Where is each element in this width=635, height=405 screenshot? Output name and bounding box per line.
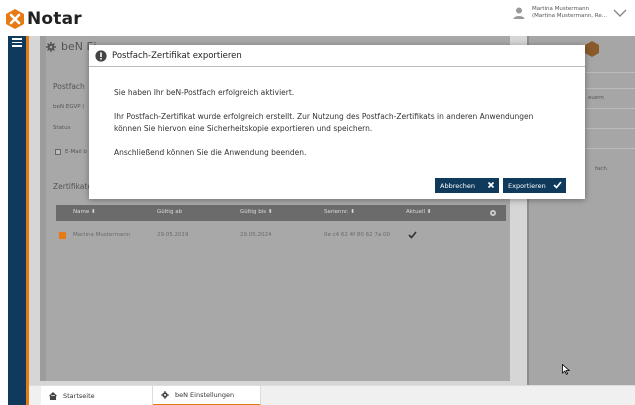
col-name[interactable]: Name ⬍ xyxy=(73,209,96,215)
col-serial[interactable]: Seriennr. ⬍ xyxy=(324,209,355,215)
export-label: Exportieren xyxy=(508,181,546,190)
user-icon xyxy=(513,7,525,19)
cell-valid-to: 29.05.2024 xyxy=(240,232,272,238)
export-dialog: Postfach-Zertifikat exportieren Sie habe… xyxy=(89,45,585,199)
column-settings-icon[interactable] xyxy=(489,209,497,217)
email-checkbox[interactable] xyxy=(55,149,61,155)
home-icon xyxy=(49,392,57,400)
status-label: Status xyxy=(53,125,71,131)
dialog-text-1: Sie haben Ihr beN-Postfach erfolgreich a… xyxy=(114,88,295,97)
check-icon xyxy=(553,181,562,189)
top-bar: Notar Martina Mustermann (Martina Muster… xyxy=(0,0,635,36)
row-checkbox[interactable] xyxy=(59,232,66,239)
dialog-text-3: Anschließend können Sie die Anwendung be… xyxy=(114,148,307,157)
export-button[interactable]: Exportieren xyxy=(503,178,566,193)
chevron-down-icon[interactable] xyxy=(613,8,627,18)
table-header: Name ⬍ Gültig ab Gültig bis ⬍ Seriennr. … xyxy=(56,205,506,221)
logo-mark-icon xyxy=(6,9,24,29)
alert-icon xyxy=(95,49,107,62)
logo-text: Notar xyxy=(27,9,82,29)
dialog-text-2: Ihr Postfach-Zertifikat wurde erfolgreic… xyxy=(114,112,534,133)
section-zertifikate: Zertifikate xyxy=(53,182,92,191)
cell-serial: 0e c4 62 4f 80 62 7a 00 xyxy=(324,232,390,238)
col-valid-from[interactable]: Gültig ab xyxy=(157,209,182,215)
cell-valid-from: 29.05.2019 xyxy=(157,232,189,238)
col-valid-to[interactable]: Gültig bis ⬍ xyxy=(240,209,272,215)
dialog-header: Postfach-Zertifikat exportieren xyxy=(89,45,585,67)
user-name-line2: (Martina Mustermann, Re... xyxy=(531,13,607,19)
tab-startseite[interactable]: Startseite xyxy=(41,386,153,405)
menu-icon[interactable] xyxy=(12,36,22,47)
mouse-cursor-icon xyxy=(562,364,570,375)
tab-label: beN Einstellungen xyxy=(175,391,235,399)
col-current[interactable]: Aktuell ⬍ xyxy=(406,209,431,215)
dialog-title: Postfach-Zertifikat exportieren xyxy=(112,50,242,61)
app-logo[interactable]: Notar xyxy=(4,8,82,30)
section-postfach: Postfach xyxy=(53,82,85,91)
cell-name: Martina Mustermann xyxy=(73,232,131,238)
table-row[interactable]: Martina Mustermann 29.05.2019 29.05.2024… xyxy=(56,228,506,244)
gear-icon xyxy=(161,391,169,399)
close-icon xyxy=(487,181,495,189)
side-item-2[interactable]: fach xyxy=(595,166,607,172)
egvp-label: beN EGVP ( xyxy=(53,104,85,110)
tab-label: Startseite xyxy=(63,392,95,400)
side-item-1[interactable]: euern xyxy=(588,95,604,101)
tab-bar: Startseite beN Einstellungen xyxy=(29,385,635,405)
tab-ben-einstellungen[interactable]: beN Einstellungen xyxy=(153,386,261,405)
cancel-button[interactable]: Abbrechen xyxy=(435,178,499,193)
email-label: E-Mail b xyxy=(65,149,87,155)
side-logo-icon xyxy=(585,41,599,57)
check-icon xyxy=(408,231,417,239)
cancel-label: Abbrechen xyxy=(440,181,476,190)
user-name: Martina Mustermann (Martina Mustermann, … xyxy=(532,6,607,20)
gear-icon xyxy=(46,41,56,52)
user-menu[interactable]: Martina Mustermann (Martina Mustermann, … xyxy=(512,6,627,20)
dialog-body: Sie haben Ihr beN-Postfach erfolgreich a… xyxy=(114,87,554,171)
nav-rail xyxy=(8,36,26,405)
user-name-line1: Martina Mustermann xyxy=(531,6,590,12)
